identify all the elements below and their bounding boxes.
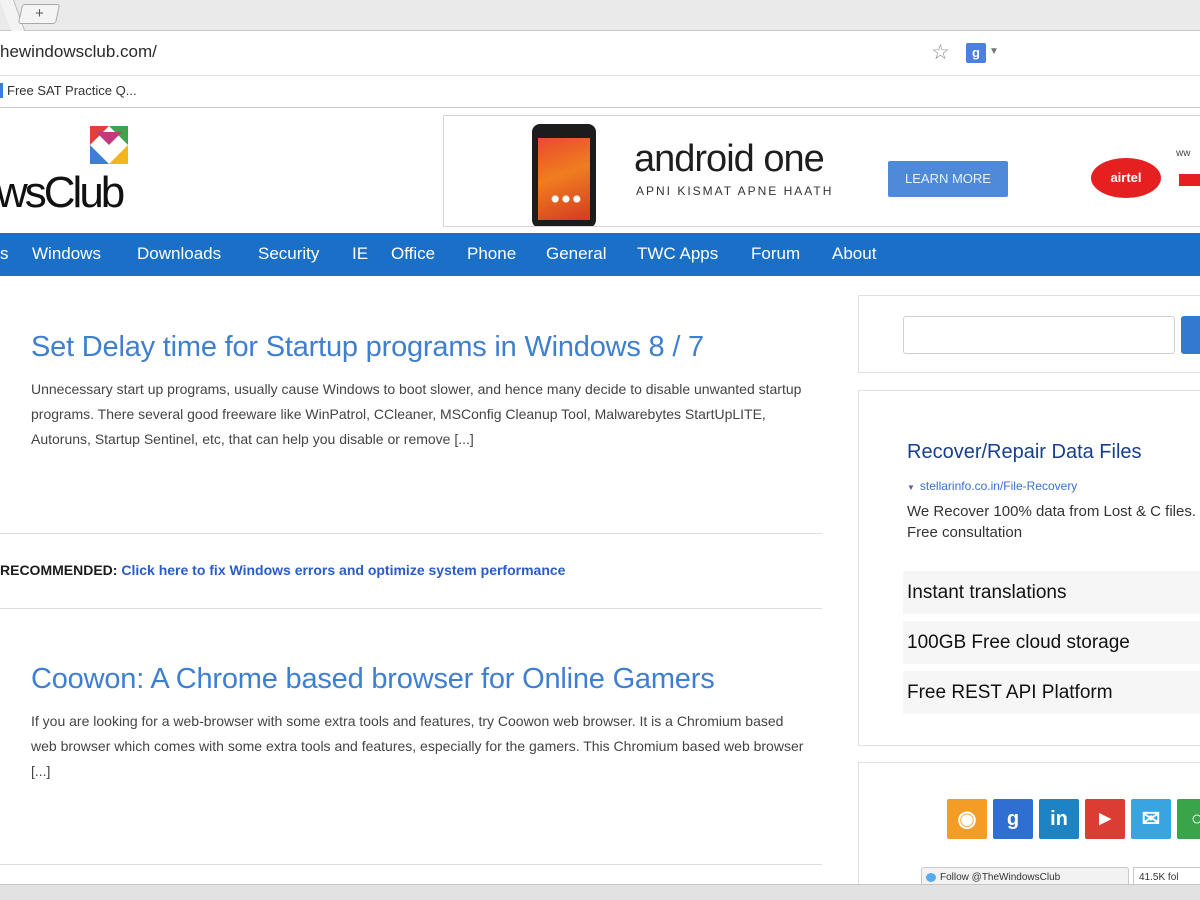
youtube-icon[interactable]: ▶	[1085, 799, 1125, 839]
horizontal-scrollbar[interactable]	[0, 884, 1200, 900]
nav-item-about[interactable]: About	[832, 244, 876, 264]
new-tab-button[interactable]: +	[17, 4, 61, 24]
email-icon[interactable]: ✉	[1131, 799, 1171, 839]
sidebar-ad-title[interactable]: Recover/Repair Data Files	[907, 441, 1142, 464]
article-excerpt: If you are looking for a web-browser wit…	[31, 713, 804, 779]
sidebar-ad-link[interactable]: 100GB Free cloud storage	[903, 621, 1200, 665]
ad-banner[interactable]: android one APNI KISMAT APNE HAATH LEARN…	[443, 115, 1200, 227]
bookmarks-bar: Free SAT Practice Q...	[0, 76, 1200, 108]
phone-dots	[548, 188, 584, 210]
divider	[0, 608, 822, 609]
airtel-logo: airtel	[1091, 158, 1161, 198]
recommended-banner: RECOMMENDED: Click here to fix Windows e…	[0, 562, 565, 578]
search-input[interactable]	[903, 316, 1175, 354]
bookmark-item[interactable]: Free SAT Practice Q...	[0, 83, 137, 98]
article-title[interactable]: Coowon: A Chrome based browser for Onlin…	[31, 663, 715, 696]
recommended-label: RECOMMENDED:	[0, 562, 118, 578]
browser-window: + hewindowsclub.com/ ☆ g ▼ Free SAT Prac…	[0, 0, 1200, 900]
other-icon[interactable]: ○	[1177, 799, 1200, 839]
sidebar-ad-url[interactable]: stellarinfo.co.in/File-Recovery	[907, 479, 1077, 493]
nav-item-forum[interactable]: Forum	[751, 244, 800, 264]
nav-item-ie[interactable]: IE	[352, 244, 368, 264]
linkedin-icon[interactable]: in	[1039, 799, 1079, 839]
ad-tagline: APNI KISMAT APNE HAATH	[636, 184, 834, 198]
logo-text: wsClub	[0, 168, 125, 217]
sidebar-social: ◉ g in ▶ ✉ ○ Follow @TheWindowsClub 41.5…	[858, 762, 1200, 892]
ad-red-badge	[1179, 174, 1200, 186]
google-extension-icon[interactable]: g	[966, 43, 986, 63]
ad-fragment-text: ww	[1176, 148, 1191, 159]
site-logo[interactable]: wsClub	[0, 120, 140, 220]
plus-icon: +	[34, 5, 44, 22]
nav-item-security[interactable]: Security	[258, 244, 319, 264]
url-field[interactable]: hewindowsclub.com/	[0, 42, 157, 62]
nav-item-office[interactable]: Office	[391, 244, 435, 264]
sidebar-ad-link[interactable]: Free REST API Platform	[903, 671, 1200, 715]
rss-icon[interactable]: ◉	[947, 799, 987, 839]
chevron-down-icon[interactable]: ▼	[989, 46, 999, 57]
sidebar-ads: Recover/Repair Data Files stellarinfo.co…	[858, 390, 1200, 746]
nav-item-windows[interactable]: Windows	[32, 244, 101, 264]
nav-item-downloads[interactable]: Downloads	[137, 244, 221, 264]
sidebar-ad-link[interactable]: Instant translations	[903, 571, 1200, 615]
tab-strip: +	[0, 0, 1200, 31]
divider	[0, 533, 822, 534]
phone-image	[532, 124, 596, 226]
windows-flag-icon	[90, 126, 128, 164]
google-plus-icon[interactable]: g	[993, 799, 1033, 839]
article-title[interactable]: Set Delay time for Startup programs in W…	[31, 331, 704, 364]
divider	[0, 864, 822, 865]
nav-item-partial[interactable]: s	[0, 244, 9, 264]
sidebar-ad-description: We Recover 100% data from Lost & C files…	[907, 503, 1197, 541]
nav-item-phone[interactable]: Phone	[467, 244, 516, 264]
search-button[interactable]	[1181, 316, 1200, 354]
recommended-link[interactable]: Click here to fix Windows errors and opt…	[121, 562, 565, 578]
sidebar-search-box	[858, 295, 1200, 373]
nav-item-general[interactable]: General	[546, 244, 606, 264]
phone-screen	[538, 138, 590, 220]
article-excerpt: Unnecessary start up programs, usually c…	[31, 381, 802, 447]
nav-item-twc-apps[interactable]: TWC Apps	[637, 244, 718, 264]
ad-brand: android one	[634, 138, 825, 180]
main-nav: s Windows Downloads Security IE Office P…	[0, 233, 1200, 276]
learn-more-button[interactable]: LEARN MORE	[888, 161, 1008, 197]
address-bar: hewindowsclub.com/ ☆ g ▼	[0, 31, 1200, 76]
bookmark-star-icon[interactable]: ☆	[931, 40, 950, 65]
